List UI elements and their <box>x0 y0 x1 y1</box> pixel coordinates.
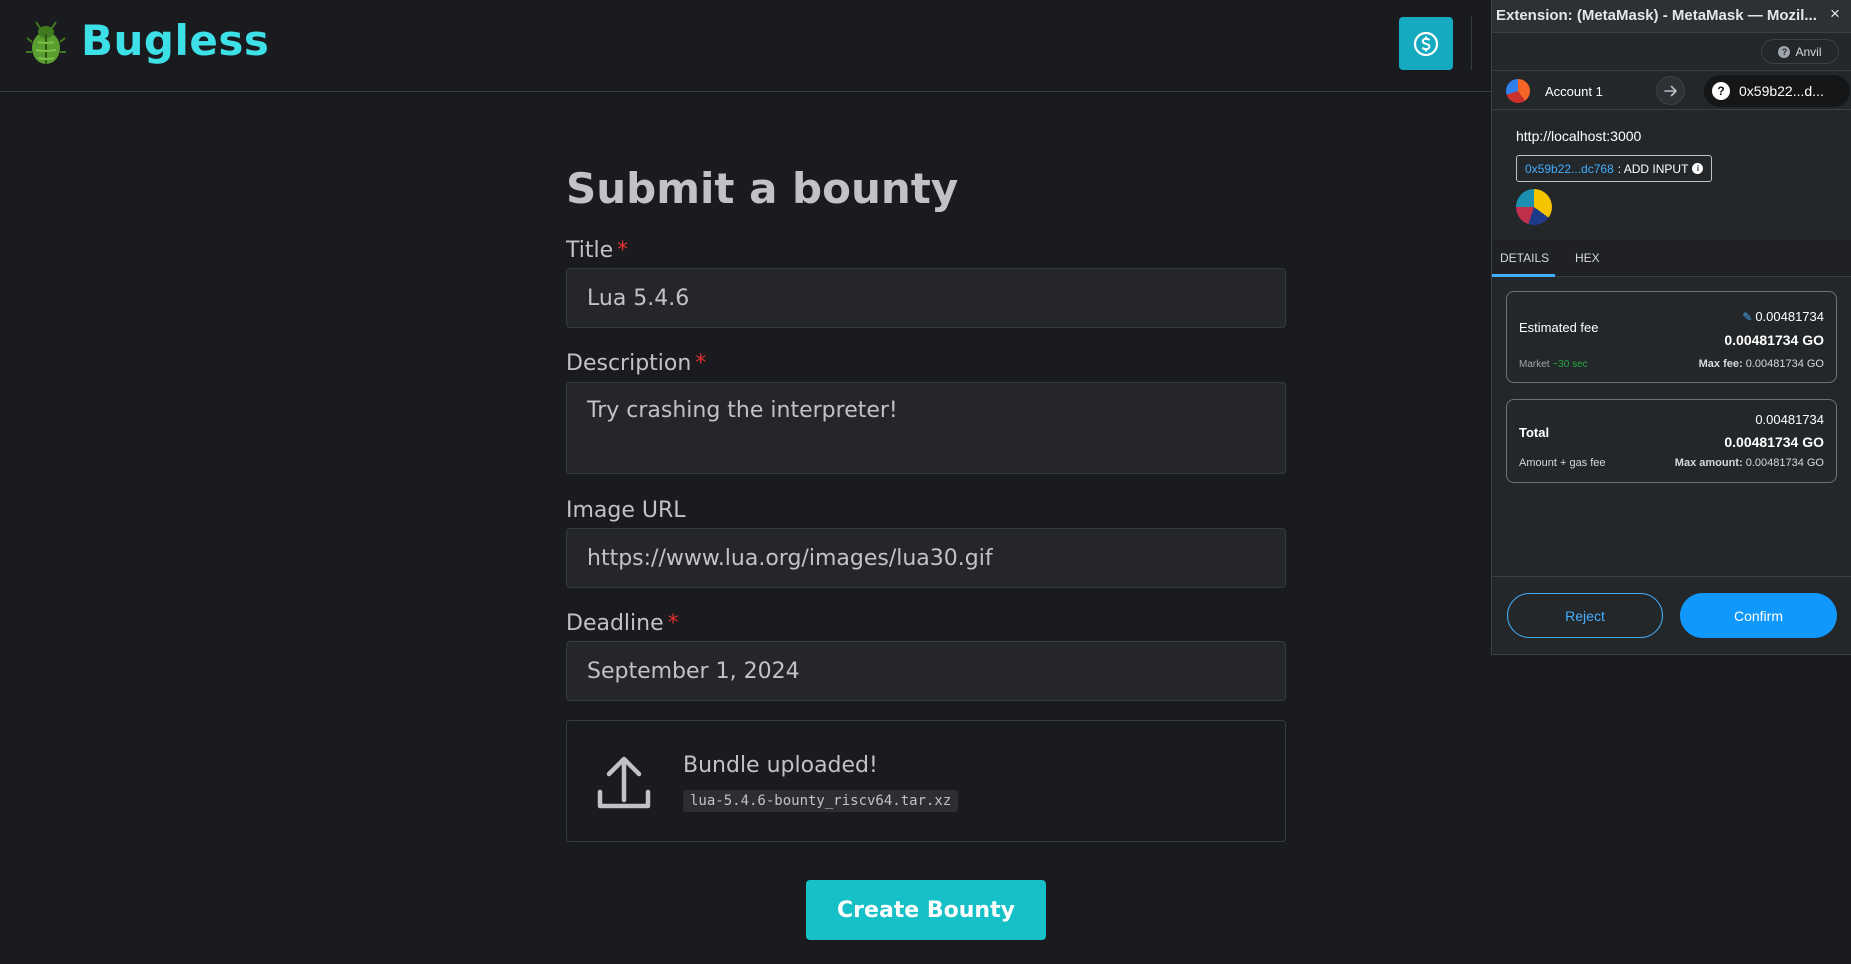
question-icon: ? <box>1712 82 1730 100</box>
title-label: Title * <box>566 238 629 263</box>
deadline-input[interactable]: September 1, 2024 <box>566 641 1286 701</box>
upload-filename: lua-5.4.6-bounty_riscv64.tar.xz <box>683 790 959 812</box>
max-amount-row: Max amount: 0.00481734 GO <box>1674 457 1824 469</box>
create-bounty-button[interactable]: Create Bounty <box>806 880 1046 940</box>
header-divider <box>1471 16 1472 70</box>
metamask-tabs: DETAILS HEX <box>1492 240 1851 277</box>
account-bar: Account 1 ? 0x59b22...d... <box>1492 70 1851 110</box>
total-value: 0.00481734 <box>1755 412 1824 427</box>
title-input[interactable]: Lua 5.4.6 <box>566 268 1286 328</box>
image-url-input[interactable]: https://www.lua.org/images/lua30.gif <box>566 528 1286 588</box>
network-name: Anvil <box>1795 44 1822 59</box>
page-title: Submit a bounty <box>566 164 959 213</box>
upload-icon <box>597 756 651 809</box>
account-avatar <box>1506 79 1530 103</box>
description-label: Description * <box>566 351 707 376</box>
bundle-dropzone[interactable]: Bundle uploaded! lua-5.4.6-bounty_riscv6… <box>566 720 1286 842</box>
required-mark: * <box>617 238 629 263</box>
close-icon[interactable]: × <box>1830 4 1840 24</box>
estimated-fee-box: Estimated fee ✎ 0.00481734 0.00481734 GO … <box>1506 291 1837 383</box>
add-input-label: : ADD INPUT <box>1617 161 1689 176</box>
estimated-fee-go: 0.00481734 GO <box>1724 332 1824 348</box>
bounty-button[interactable] <box>1399 17 1453 70</box>
recipient-address[interactable]: ? 0x59b22...d... <box>1704 75 1850 107</box>
amount-gas-fee-label: Amount + gas fee <box>1519 457 1606 469</box>
footer-divider <box>1492 576 1851 577</box>
beetle-icon <box>26 21 66 64</box>
metamask-panel: Extension: (MetaMask) - MetaMask — Mozil… <box>1491 0 1851 655</box>
description-textarea[interactable]: Try crashing the interpreter! <box>566 382 1286 474</box>
estimated-fee-label: Estimated fee <box>1519 320 1599 335</box>
tab-hex[interactable]: HEX <box>1575 251 1600 265</box>
metamask-window-title: Extension: (MetaMask) - MetaMask — Mozil… <box>1496 7 1817 24</box>
account-name[interactable]: Account 1 <box>1545 84 1603 99</box>
token-identicon <box>1516 189 1552 225</box>
market-speed[interactable]: Market ~30 sec <box>1519 359 1588 370</box>
info-icon[interactable]: i <box>1692 163 1704 174</box>
reject-button[interactable]: Reject <box>1507 593 1663 638</box>
confirm-button[interactable]: Confirm <box>1680 593 1837 638</box>
app-logo-text[interactable]: Bugless <box>81 16 269 65</box>
contract-chip[interactable]: 0x59b22...dc768 : ADD INPUT i <box>1516 155 1713 182</box>
active-tab-indicator <box>1492 274 1555 277</box>
recipient-address-text: 0x59b22...d... <box>1739 83 1824 99</box>
edit-pencil-icon[interactable]: ✎ <box>1742 310 1752 324</box>
dollar-circle-icon <box>1413 31 1439 56</box>
request-origin: http://localhost:3000 <box>1516 128 1642 144</box>
tab-details[interactable]: DETAILS <box>1500 251 1549 265</box>
required-mark: * <box>667 611 679 636</box>
max-fee-row: Max fee: 0.00481734 GO <box>1698 358 1824 370</box>
total-go: 0.00481734 GO <box>1724 434 1824 450</box>
deadline-label: Deadline * <box>566 611 679 636</box>
question-icon: ? <box>1778 45 1791 58</box>
metamask-title-bar: Extension: (MetaMask) - MetaMask — Mozil… <box>1492 0 1851 33</box>
arrow-right-icon <box>1656 76 1685 105</box>
total-label: Total <box>1519 425 1550 440</box>
image-url-label: Image URL <box>566 498 686 523</box>
estimated-fee-value-row: ✎ 0.00481734 <box>1742 309 1824 324</box>
required-mark: * <box>695 351 707 376</box>
network-selector[interactable]: ? Anvil <box>1761 39 1839 64</box>
estimated-fee-value: 0.00481734 <box>1755 309 1824 324</box>
contract-address[interactable]: 0x59b22...dc768 <box>1525 162 1614 176</box>
total-box: Total 0.00481734 0.00481734 GO Amount + … <box>1506 399 1837 483</box>
upload-status: Bundle uploaded! <box>683 753 878 778</box>
